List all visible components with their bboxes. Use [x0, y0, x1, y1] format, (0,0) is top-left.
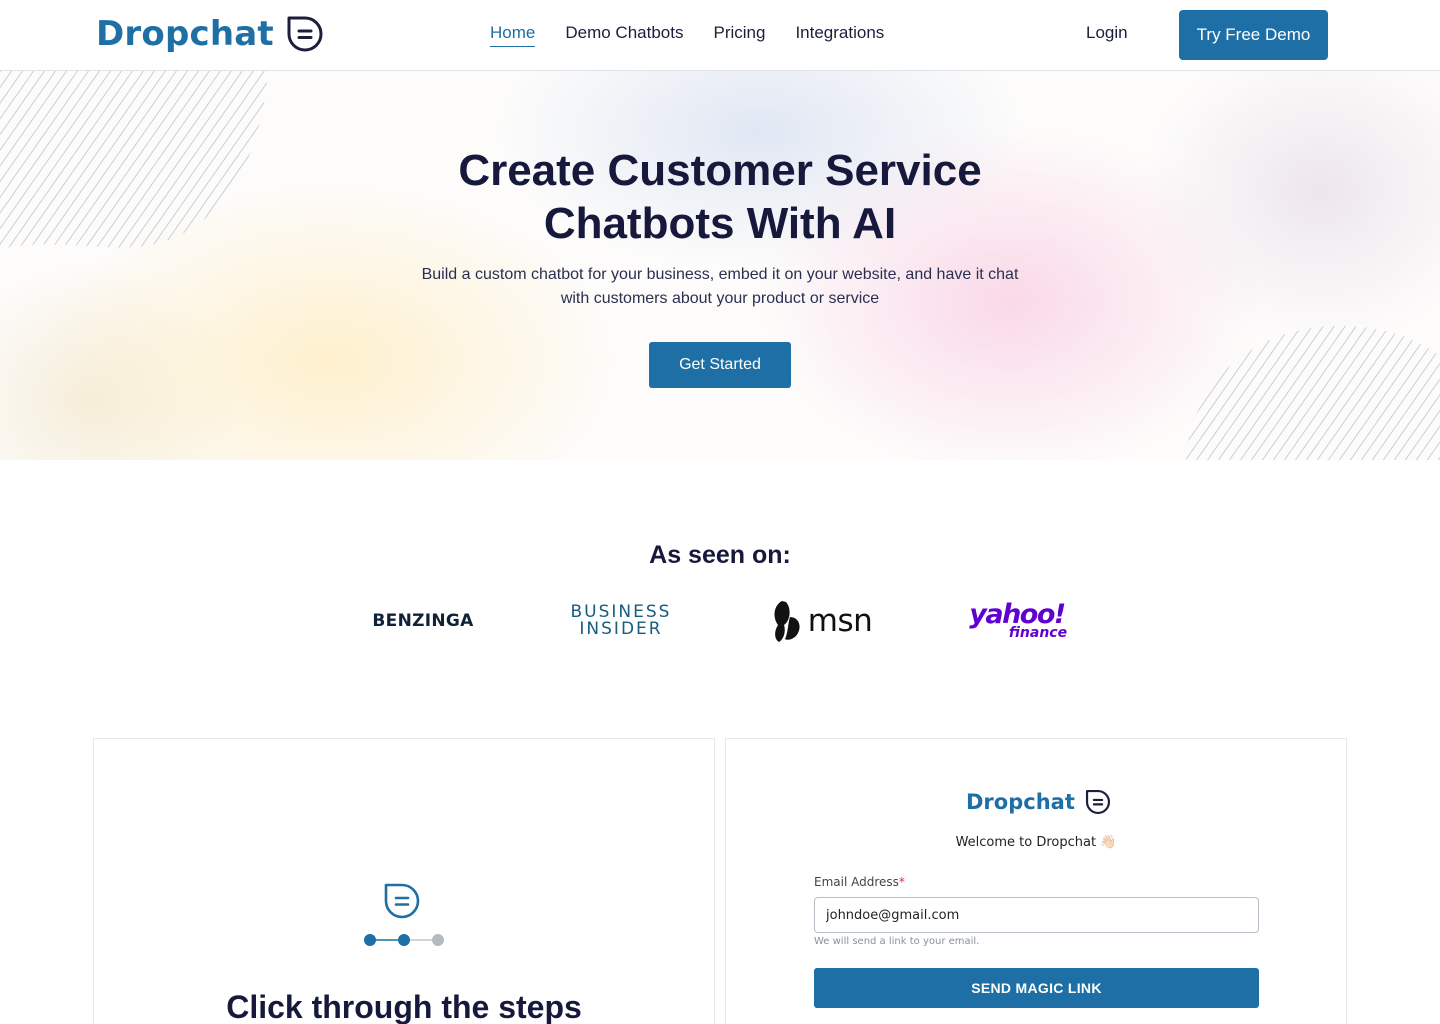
step-dot-2: [398, 934, 410, 946]
nav-pricing-link[interactable]: Pricing: [713, 23, 765, 47]
step-progress-indicator: [364, 934, 444, 946]
email-field[interactable]: [814, 897, 1259, 933]
steps-card: Click through the steps: [93, 738, 715, 1024]
business-insider-logo: BUSINESS INSIDER: [560, 596, 682, 646]
finance-logo-text: finance: [1008, 624, 1068, 641]
hero-title-line-2: Chatbots With AI: [543, 199, 897, 248]
hero-subtitle: Build a custom chatbot for your business…: [0, 263, 1440, 311]
benzinga-logo-text: BENZINGA: [372, 611, 474, 631]
login-brand-name: Dropchat: [966, 790, 1075, 814]
chat-bubble-icon: [287, 16, 323, 52]
hero-title-line-1: Create Customer Service: [458, 146, 982, 195]
chat-bubble-icon: [384, 883, 420, 919]
email-label-text: Email Address: [814, 875, 899, 889]
nav-home-link[interactable]: Home: [490, 23, 536, 47]
try-free-demo-button[interactable]: Try Free Demo: [1179, 10, 1328, 60]
login-brand-logo: Dropchat: [966, 789, 1111, 815]
hero-section: Create Customer Service Chatbots With AI…: [0, 71, 1440, 460]
email-label: Email Address*: [814, 875, 905, 889]
hero-subtitle-line-1: Build a custom chatbot for your business…: [421, 266, 1019, 283]
as-seen-on-heading: As seen on:: [649, 541, 791, 569]
step-dot-1: [364, 934, 376, 946]
required-mark: *: [898, 875, 905, 889]
hero-title: Create Customer Service Chatbots With AI: [0, 144, 1440, 250]
main-nav: Home Demo Chatbots Pricing Integrations: [490, 23, 884, 47]
decorative-stripes-bottom-right: [1186, 326, 1440, 460]
msn-logo: msn: [766, 596, 876, 646]
msn-logo-text: msn: [807, 603, 873, 639]
get-started-button[interactable]: Get Started: [649, 342, 791, 388]
business-insider-logo-line-2: INSIDER: [579, 619, 663, 639]
msn-butterfly-icon: [774, 601, 800, 642]
welcome-text: Welcome to Dropchat 👋🏻: [955, 835, 1117, 850]
chat-bubble-icon: [1085, 789, 1110, 815]
nav-demo-chatbots-link[interactable]: Demo Chatbots: [565, 23, 683, 47]
hero-subtitle-line-2: with customers about your product or ser…: [560, 290, 880, 307]
step-dot-3: [432, 934, 444, 946]
benzinga-logo: BENZINGA: [362, 596, 484, 646]
send-magic-link-button[interactable]: SEND MAGIC LINK: [814, 968, 1259, 1008]
login-link[interactable]: Login: [1086, 23, 1128, 43]
top-navbar: Dropchat Home Demo Chatbots Pricing Inte…: [0, 0, 1440, 71]
login-preview-card: Dropchat Welcome to Dropchat 👋🏻 Email Ad…: [725, 738, 1347, 1024]
yahoo-logo-text: yahoo!: [969, 598, 1066, 630]
yahoo-finance-logo: yahoo! finance: [960, 596, 1074, 646]
steps-title: Click through the steps: [226, 989, 582, 1024]
email-hint: We will send a link to your email.: [814, 936, 980, 947]
brand-name: Dropchat: [96, 14, 274, 54]
nav-integrations-link[interactable]: Integrations: [795, 23, 884, 47]
brand-logo[interactable]: Dropchat: [96, 14, 324, 54]
